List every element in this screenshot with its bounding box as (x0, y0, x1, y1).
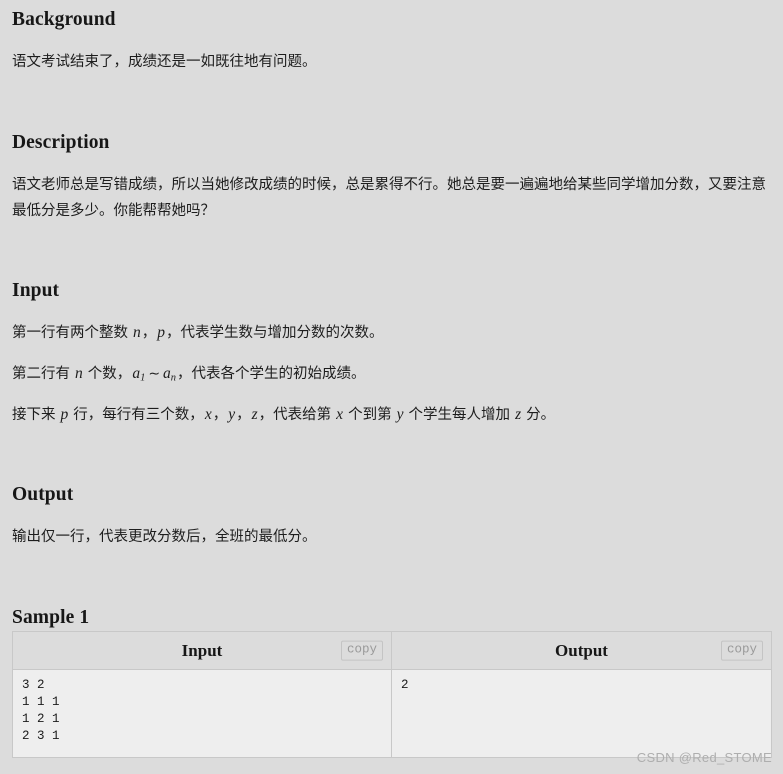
output-heading: Output (12, 484, 74, 505)
input-line-2: 第二行有 n 个数，a1 ∼ an，代表各个学生的初始成绩。 (12, 361, 366, 392)
sample-input-cell: 3 2 1 1 1 1 2 1 2 3 1 (12, 669, 392, 758)
math-subscript-n: n (170, 372, 177, 384)
input-line-2-before: 第二行有 (12, 366, 75, 382)
sample-input-code: 3 2 1 1 1 1 2 1 2 3 1 (22, 678, 60, 743)
math-var-z: z (515, 406, 522, 423)
math-var-x: x (204, 406, 212, 423)
sample-1-table: Input copy Output copy 3 2 1 1 1 1 2 1 2… (12, 631, 772, 758)
background-text: 语文考试结束了，成绩还是一如既往地有问题。 (12, 54, 317, 70)
sample-output-code: 2 (401, 678, 409, 692)
input-line-1: 第一行有两个整数 n，p，代表学生数与增加分数的次数。 (12, 320, 384, 346)
math-var-a-1: a1 (131, 365, 146, 384)
math-var-n: n (75, 365, 83, 382)
description-heading: Description (12, 132, 110, 153)
sample-table-header-row: Input copy Output copy (12, 631, 772, 670)
math-var-a-n: an (162, 365, 177, 384)
copy-input-button[interactable]: copy (340, 640, 383, 661)
math-var-n: n (133, 324, 141, 341)
sample-input-header-label: Input (181, 641, 223, 660)
input-line-3-before: 接下来 (12, 407, 60, 423)
math-var-z: z (251, 406, 258, 423)
sample-table-head: Input copy Output copy (12, 631, 772, 670)
input-heading: Input (12, 280, 60, 301)
input-line-1-after: ，代表学生数与增加分数的次数。 (166, 325, 384, 341)
math-var-p: p (60, 406, 69, 423)
sample-input-header-cell: Input copy (12, 631, 392, 670)
math-var-a: a (132, 365, 141, 382)
input-line-3-after: 分。 (522, 407, 556, 423)
input-line-3-mid-4: 个学生每人增加 (404, 407, 515, 423)
sample-output-header-cell: Output copy (391, 631, 772, 670)
input-line-1-before: 第一行有两个整数 (12, 325, 133, 341)
output-text: 输出仅一行，代表更改分数后，全班的最低分。 (12, 529, 317, 545)
background-heading: Background (12, 9, 116, 30)
sample-output-cell: 2 (391, 669, 772, 758)
description-text: 语文老师总是写错成绩，所以当她修改成绩的时候，总是累得不行。她总是要一遍遍地给某… (12, 177, 766, 219)
input-line-3-mid-1: 行，每行有三个数， (69, 407, 204, 423)
input-line-3: 接下来 p 行，每行有三个数，x，y，z，代表给第 x 个到第 y 个学生每人增… (12, 402, 555, 428)
sample-table-body: 3 2 1 1 1 1 2 1 2 3 1 2 (12, 669, 772, 758)
math-var-x: x (336, 406, 344, 423)
math-var-p: p (157, 324, 166, 341)
input-line-3-mid-2: ，代表给第 (258, 407, 336, 423)
input-line-3-comma-1: ， (212, 407, 228, 423)
table-row: 3 2 1 1 1 1 2 1 2 3 1 2 (12, 669, 772, 758)
watermark: CSDN @Red_STOME (636, 750, 772, 765)
input-line-3-mid-3: 个到第 (344, 407, 396, 423)
math-symbol-tilde: ∼ (148, 367, 161, 382)
input-line-2-after: ，代表各个学生的初始成绩。 (177, 366, 366, 382)
copy-output-button[interactable]: copy (720, 640, 763, 661)
input-line-3-comma-2: ， (236, 407, 251, 423)
math-var-a: a (163, 365, 171, 382)
math-subscript-1: 1 (140, 372, 146, 384)
math-var-y: y (228, 406, 236, 423)
input-line-2-mid: 个数， (83, 366, 132, 382)
input-line-1-mid: ， (141, 325, 157, 341)
sample-output-header-label: Output (555, 641, 608, 660)
sample-1-heading: Sample 1 (12, 607, 90, 628)
math-var-y: y (396, 406, 404, 423)
